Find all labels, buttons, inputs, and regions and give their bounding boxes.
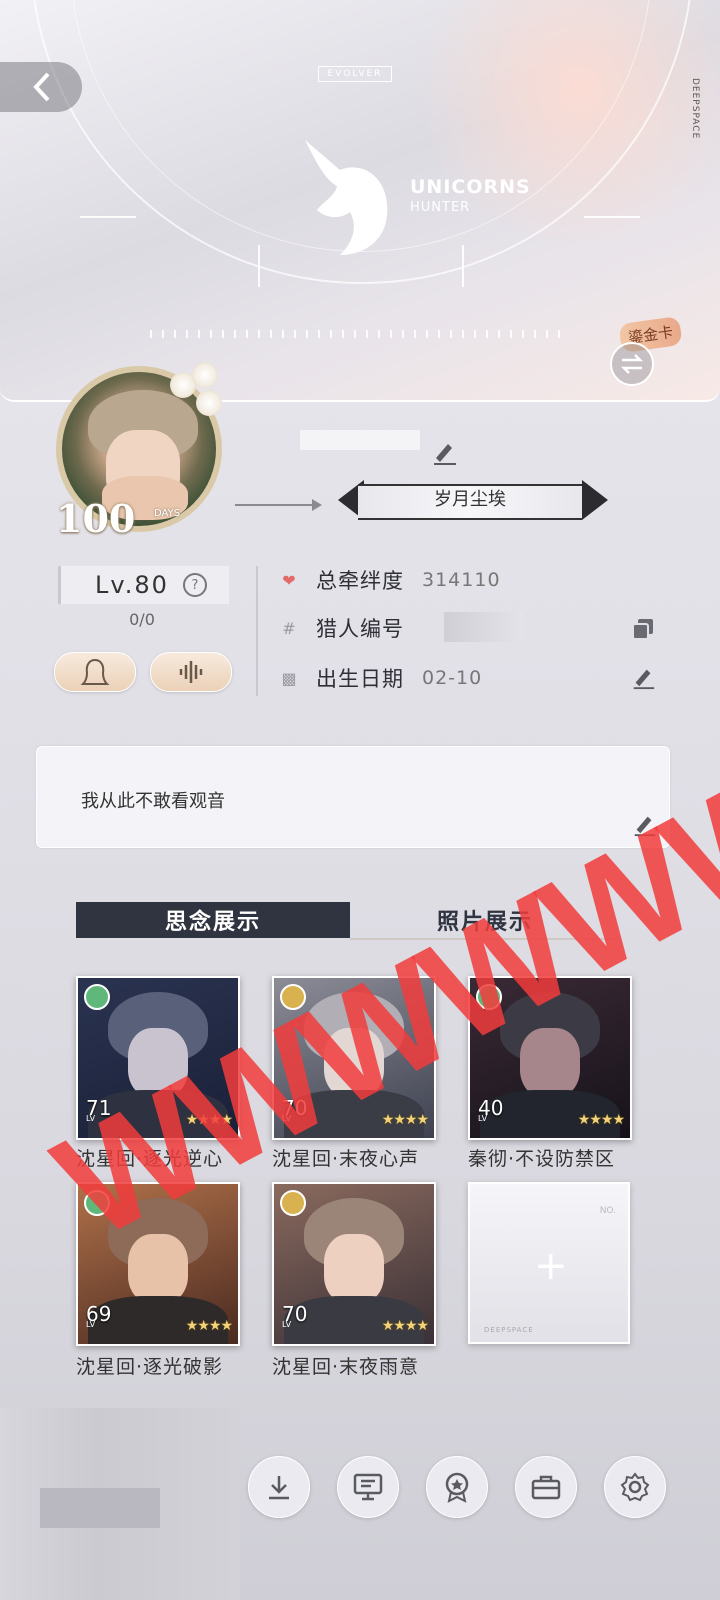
notice-button[interactable]: [337, 1456, 399, 1518]
logo-subtitle: HUNTER: [410, 200, 471, 215]
rarity-badge-icon: [476, 984, 502, 1010]
voice-button[interactable]: [150, 652, 232, 692]
pencil-icon: [634, 816, 656, 837]
achievement-button[interactable]: [426, 1456, 488, 1518]
birthday-value: 02-10: [422, 667, 483, 689]
hunter-id-label: 猎人编号: [316, 617, 404, 641]
appearance-button[interactable]: [54, 652, 136, 692]
memory-name: 秦彻·不设防禁区: [468, 1148, 616, 1170]
logo-title: UNICORNS: [410, 176, 531, 198]
download-icon: [269, 1476, 289, 1500]
copy-icon: [632, 619, 653, 640]
profile-banner: EVOLVER DEEPSPACE UNICORNS HUNTER: [0, 0, 720, 402]
memory-card[interactable]: 71 LV ★★★★: [76, 976, 240, 1140]
settings-button[interactable]: [604, 1456, 666, 1518]
hunter-id-row: # 猎人编号: [278, 610, 404, 646]
bond-value: 314110: [422, 569, 501, 591]
star-rating-icon: ★★★★: [381, 1318, 429, 1334]
memory-name: 沈星回·逐光逆心: [76, 1148, 224, 1170]
edit-nickname-button[interactable]: [430, 438, 458, 466]
signature-text: 我从此不敢看观音: [81, 791, 225, 812]
chevron-left-icon: [33, 72, 50, 102]
title-badge-text: 岁月尘埃: [434, 489, 506, 510]
birthday-label: 出生日期: [316, 667, 404, 691]
slot-number-label: NO.: [599, 1206, 616, 1216]
unicorn-logo-icon: [295, 140, 395, 264]
pencil-icon: [633, 669, 655, 690]
rarity-badge-icon: [84, 1190, 110, 1216]
bag-button[interactable]: [515, 1456, 577, 1518]
tab-photo-display[interactable]: 照片展示: [350, 902, 620, 940]
switch-card-button[interactable]: [610, 342, 654, 386]
signature-box[interactable]: 我从此不敢看观音: [36, 746, 670, 848]
slot-brand-label: DEEPSPACE: [484, 1326, 534, 1334]
portrait-icon: [80, 658, 110, 685]
days-count: 100: [56, 496, 136, 541]
badge-icon: [445, 1472, 469, 1503]
rarity-badge-icon: [280, 1190, 306, 1216]
deepspace-label: DEEPSPACE: [690, 78, 700, 140]
rarity-badge-icon: [84, 984, 110, 1010]
memory-name: 沈星回·逐光破影: [76, 1356, 224, 1378]
edit-birthday-button[interactable]: [630, 664, 656, 690]
edit-signature-button[interactable]: [631, 811, 657, 837]
memory-name: 沈星回·末夜雨意: [272, 1356, 420, 1378]
tab-memory-display[interactable]: 思念展示: [76, 902, 350, 938]
swap-icon: [620, 354, 644, 374]
notice-icon: [353, 1473, 383, 1501]
plus-icon: +: [534, 1243, 568, 1289]
bond-row: ❤ 总牵绊度 314110: [278, 562, 501, 598]
memory-name: 沈星回·末夜心声: [272, 1148, 420, 1170]
blurred-region: [0, 1408, 240, 1600]
evolver-label: EVOLVER: [318, 66, 392, 82]
memory-lv-tag: LV: [282, 1114, 292, 1123]
memory-lv-tag: LV: [86, 1320, 96, 1329]
nickname-field: [300, 430, 420, 450]
voice-wave-icon: [179, 661, 203, 683]
rarity-badge-icon: [280, 984, 306, 1010]
flower-decoration-icon: [170, 362, 230, 422]
avatar-frame[interactable]: 100 DAYS: [50, 360, 230, 541]
copy-id-button[interactable]: [630, 616, 656, 642]
experience-value: 0/0: [129, 610, 155, 629]
pencil-icon: [434, 444, 456, 465]
days-label: DAYS: [154, 508, 181, 519]
star-rating-icon: ★★★★: [381, 1112, 429, 1128]
star-rating-icon: ★★★★: [185, 1318, 233, 1334]
star-rating-icon: ★★★★: [185, 1112, 233, 1128]
level-label: Lv.80: [95, 571, 169, 599]
memory-lv-tag: LV: [282, 1320, 292, 1329]
memory-card[interactable]: 70 LV ★★★★: [272, 1182, 436, 1346]
bond-label: 总牵绊度: [316, 569, 404, 593]
download-button[interactable]: [248, 1456, 310, 1518]
bag-icon: [531, 1475, 561, 1500]
memory-card[interactable]: 40 LV ★★★★: [468, 976, 632, 1140]
help-icon[interactable]: ?: [182, 573, 207, 597]
memory-lv-tag: LV: [478, 1114, 488, 1123]
memory-card[interactable]: 69 LV ★★★★: [76, 1182, 240, 1346]
hunter-id-value: [444, 612, 524, 642]
heart-icon: ❤: [282, 570, 296, 590]
title-badge[interactable]: 岁月尘埃: [338, 480, 608, 520]
cake-icon: ▩: [281, 668, 297, 688]
back-button[interactable]: [0, 62, 82, 112]
star-rating-icon: ★★★★: [577, 1112, 625, 1128]
memory-card[interactable]: 70 LV ★★★★: [272, 976, 436, 1140]
level-box: Lv.80 ?: [58, 566, 229, 604]
add-memory-button[interactable]: NO. + DEEPSPACE: [468, 1182, 630, 1344]
gear-icon: [620, 1472, 650, 1502]
memory-lv-tag: LV: [86, 1114, 96, 1123]
hash-icon: #: [282, 618, 296, 638]
birthday-row: ▩ 出生日期 02-10: [278, 660, 482, 696]
